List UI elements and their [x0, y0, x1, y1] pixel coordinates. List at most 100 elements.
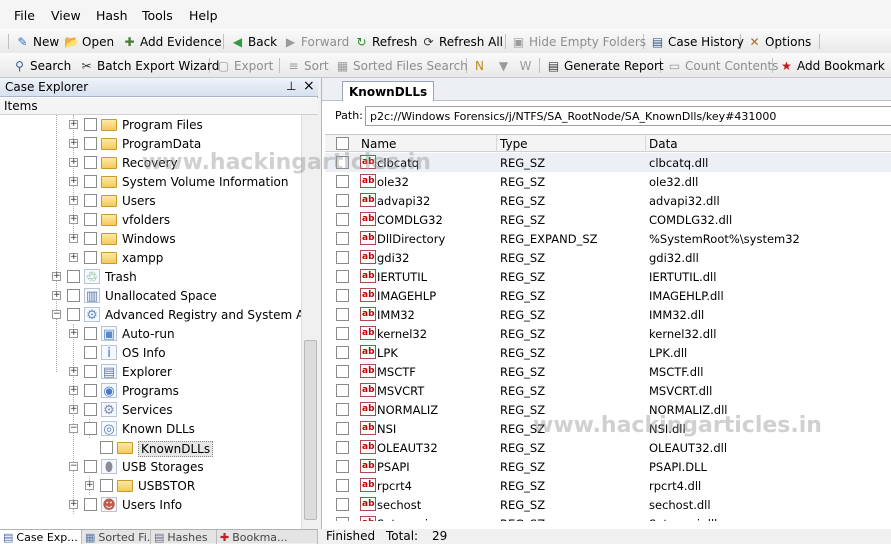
tree-checkbox[interactable]: [84, 327, 97, 340]
menu-hash[interactable]: Hash: [96, 8, 128, 23]
sort-button[interactable]: ≡ Sort: [286, 56, 328, 75]
collapse-icon[interactable]: −: [52, 310, 61, 319]
expand-icon[interactable]: +: [85, 481, 94, 490]
bottom-tab-bookmarks[interactable]: ✚ Bookma...: [217, 530, 318, 544]
row-checkbox[interactable]: [336, 422, 349, 435]
tree-checkbox[interactable]: [84, 498, 97, 511]
forward-button[interactable]: ▶ Forward: [283, 32, 349, 51]
tree-checkbox[interactable]: [84, 156, 97, 169]
select-all-checkbox[interactable]: [336, 137, 349, 150]
table-row[interactable]: ab advapi32 REG_SZ advapi32.dll: [325, 191, 891, 210]
generate-report-button[interactable]: ▤ Generate Report: [546, 56, 664, 75]
table-row[interactable]: ab kernel32 REG_SZ kernel32.dll: [325, 324, 891, 343]
refresh-all-button[interactable]: ⟳ Refresh All: [421, 32, 503, 51]
tab-knowndlls[interactable]: KnownDLLs: [342, 81, 435, 101]
expand-icon[interactable]: +: [69, 158, 78, 167]
notes-button[interactable]: N: [472, 56, 490, 75]
tree-checkbox[interactable]: [84, 232, 97, 245]
tree-checkbox[interactable]: [84, 365, 97, 378]
export-button[interactable]: ▢ Export: [216, 56, 273, 75]
tree-checkbox[interactable]: [67, 270, 80, 283]
tree-item-users-info[interactable]: + ☻ Users Info: [0, 496, 301, 515]
row-checkbox[interactable]: [336, 517, 349, 521]
bottom-tab-hashes[interactable]: ▤ Hashes: [151, 530, 217, 544]
tree-item-usb-storages[interactable]: − ⬮ USB Storages: [0, 458, 301, 477]
tree-item-unallocated-space[interactable]: + ▥ Unallocated Space: [0, 287, 301, 306]
row-checkbox[interactable]: [336, 270, 349, 283]
row-checkbox[interactable]: [336, 460, 349, 473]
tree-checkbox[interactable]: [84, 137, 97, 150]
tree-checkbox[interactable]: [84, 422, 97, 435]
sorted-files-search-button[interactable]: ▦ Sorted Files Search: [335, 56, 468, 75]
row-checkbox[interactable]: [336, 289, 349, 302]
table-row[interactable]: ab IMM32 REG_SZ IMM32.dll: [325, 305, 891, 324]
table-row[interactable]: ab clbcatq REG_SZ clbcatq.dll: [325, 153, 891, 172]
close-icon[interactable]: ×: [303, 78, 315, 94]
filter-button[interactable]: ▼: [496, 56, 514, 75]
menu-tools[interactable]: Tools: [142, 8, 173, 23]
tree-checkbox[interactable]: [84, 175, 97, 188]
tree-scrollbar[interactable]: [301, 115, 318, 529]
row-checkbox[interactable]: [336, 308, 349, 321]
table-row[interactable]: ab COMDLG32 REG_SZ COMDLG32.dll: [325, 210, 891, 229]
table-row[interactable]: ab MSCTF REG_SZ MSCTF.dll: [325, 362, 891, 381]
expand-icon[interactable]: +: [69, 405, 78, 414]
tree-item-windows[interactable]: + Windows: [0, 230, 301, 249]
tree-item-recovery[interactable]: + Recovery: [0, 154, 301, 173]
search-button[interactable]: ⚲ Search: [12, 56, 71, 75]
tree-checkbox[interactable]: [84, 403, 97, 416]
tree-item-trash[interactable]: + ♲ Trash: [0, 268, 301, 287]
tree-item-xampp[interactable]: + xampp: [0, 249, 301, 268]
column-header-data[interactable]: Data: [649, 137, 678, 151]
expand-icon[interactable]: +: [69, 500, 78, 509]
bottom-tab-sorted-files[interactable]: ▦Sorted Fi...: [82, 530, 151, 544]
options-button[interactable]: ✕ Options: [747, 32, 811, 51]
table-row[interactable]: ab IERTUTIL REG_SZ IERTUTIL.dll: [325, 267, 891, 286]
row-checkbox[interactable]: [336, 175, 349, 188]
table-row[interactable]: ab gdi32 REG_SZ gdi32.dll: [325, 248, 891, 267]
hide-empty-folders-button[interactable]: ▣ Hide Empty Folders: [511, 32, 646, 51]
expand-icon[interactable]: +: [69, 177, 78, 186]
table-row[interactable]: ab PSAPI REG_SZ PSAPI.DLL: [325, 457, 891, 476]
tree-checkbox[interactable]: [84, 346, 97, 359]
tree-checkbox[interactable]: [84, 118, 97, 131]
column-divider[interactable]: [496, 135, 497, 152]
table-row[interactable]: ab NORMALIZ REG_SZ NORMALIZ.dll: [325, 400, 891, 419]
row-checkbox[interactable]: [336, 441, 349, 454]
tree-checkbox[interactable]: [84, 384, 97, 397]
table-row[interactable]: ab IMAGEHLP REG_SZ IMAGEHLP.dll: [325, 286, 891, 305]
new-button[interactable]: ✎ New: [15, 32, 59, 51]
table-row[interactable]: ab OLEAUT32 REG_SZ OLEAUT32.dll: [325, 438, 891, 457]
table-row[interactable]: ab LPK REG_SZ LPK.dll: [325, 343, 891, 362]
table-row[interactable]: abSetupapi REG_SZ Setupapi.dll: [325, 514, 891, 521]
tree-checkbox[interactable]: [67, 289, 80, 302]
expand-icon[interactable]: +: [69, 196, 78, 205]
expand-icon[interactable]: +: [69, 386, 78, 395]
row-checkbox[interactable]: [336, 327, 349, 340]
tree-checkbox[interactable]: [67, 308, 80, 321]
tree-item-vfolders[interactable]: + vfolders: [0, 211, 301, 230]
table-row[interactable]: ab rpcrt4 REG_SZ rpcrt4.dll: [325, 476, 891, 495]
count-contents-button[interactable]: ▭ Count Contents: [667, 56, 779, 75]
tree-item-services[interactable]: + ⚙ Services: [0, 401, 301, 420]
row-checkbox[interactable]: [336, 232, 349, 245]
tree-item-program-files[interactable]: + Program Files: [0, 116, 301, 135]
menu-file[interactable]: File: [14, 8, 35, 23]
column-header-name[interactable]: Name: [361, 137, 396, 151]
table-row[interactable]: ab ole32 REG_SZ ole32.dll: [325, 172, 891, 191]
row-checkbox[interactable]: [336, 498, 349, 511]
tree-checkbox[interactable]: [84, 460, 97, 473]
open-button[interactable]: 📂 Open: [64, 32, 114, 51]
filter-w-button[interactable]: W: [518, 56, 536, 75]
row-checkbox[interactable]: [336, 156, 349, 169]
menu-help[interactable]: Help: [189, 8, 218, 23]
expand-icon[interactable]: +: [52, 272, 61, 281]
tree-item-advanced-registry-and-system-analyz[interactable]: − ⚙ Advanced Registry and System Analyz: [0, 306, 301, 325]
tree-item-system-volume-information[interactable]: + System Volume Information: [0, 173, 301, 192]
tree-checkbox[interactable]: [84, 194, 97, 207]
row-checkbox[interactable]: [336, 213, 349, 226]
add-bookmark-button[interactable]: ★ Add Bookmark: [779, 56, 885, 75]
tree-checkbox[interactable]: [84, 213, 97, 226]
tree-item-usbstor[interactable]: + USBSTOR: [0, 477, 301, 496]
tree-item-users[interactable]: + Users: [0, 192, 301, 211]
